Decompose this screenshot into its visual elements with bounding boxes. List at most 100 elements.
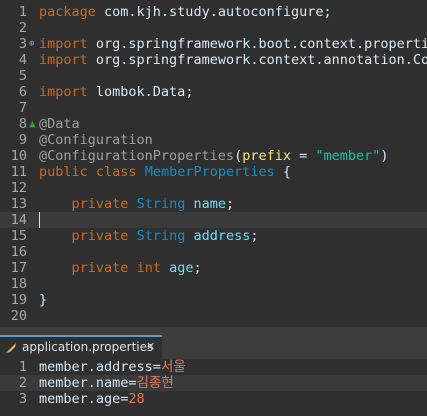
code-line[interactable]: 9 @Configuration [0,132,427,148]
token-ident [128,228,136,244]
token-ident [161,260,169,276]
code-line[interactable]: 14 [0,212,427,228]
code-line[interactable]: 7 [0,100,427,116]
line-number: 1 [18,4,27,20]
code-text: public class MemberProperties { [39,164,291,180]
code-line[interactable]: 2 [0,20,427,36]
line-number: 3 [18,36,27,52]
line-number: 13 [10,196,27,212]
token-str: "member" [315,148,381,164]
code-text: private String address; [39,228,259,244]
fold-expand-icon[interactable]: ⊕ [29,36,37,52]
token-kw: private [71,196,129,212]
code-line[interactable]: 17 private int age; [0,260,427,276]
property-text: member.name=김종현 [39,375,174,391]
token-kw: int [136,260,161,276]
property-key: member.address [39,359,153,375]
code-text: @Data [39,116,80,132]
property-line[interactable]: 1 member.address=서울 [0,359,427,375]
code-text: package com.kjh.study.autoconfigure; [39,4,332,20]
property-text: member.address=서울 [39,359,186,375]
code-line[interactable]: 10 @ConfigurationProperties(prefix = "mem… [0,148,427,164]
code-line[interactable]: 5 [0,68,427,84]
properties-editor[interactable]: 1 member.address=서울 2 member.name=김종현 3 membe… [0,359,427,416]
property-equals: = [128,375,137,391]
token-cls: String [136,228,186,244]
code-line[interactable]: 15 private String address; [0,228,427,244]
code-text: @Configuration [39,132,153,148]
code-line[interactable]: 19} [0,292,427,308]
close-icon[interactable]: ✕ [146,340,155,353]
code-line[interactable]: 8 ▲ @Data [0,116,427,132]
java-editor[interactable]: 1 package com.kjh.study.autoconfigure; 2 3 ⊕… [0,0,427,327]
code-text: private int age; [39,260,202,276]
property-equals: = [152,359,161,375]
property-value: 서울 [160,359,186,375]
code-line[interactable]: 13 private String name; [0,196,427,212]
text-caret [39,212,40,228]
code-line[interactable]: 12 [0,180,427,196]
token-ann: @ConfigurationProperties [39,148,235,164]
properties-file-icon [5,343,16,354]
token-ident: ; [226,196,235,212]
token-ident: } [39,292,48,308]
token-kw: public [39,164,88,180]
line-number: 19 [10,292,27,308]
line-number: 9 [18,132,27,148]
line-number: 18 [10,276,27,292]
token-ident: com.kjh.study.autoconfigure; [95,4,332,20]
property-line[interactable]: 3 member.age=28 [0,391,427,407]
token-cls: String [136,196,186,212]
line-number: 14 [10,212,27,228]
token-kw: import [39,84,88,100]
code-text: } [39,292,47,308]
token-cls: MemberProperties [144,164,275,180]
tab-application-properties[interactable]: application.properties ✕ [0,335,162,359]
token-ident: = [291,148,316,164]
line-number: 3 [18,391,27,407]
token-ident: lombok.Data; [87,84,194,100]
line-number: 12 [10,180,27,196]
code-line[interactable]: 3 ⊕ import org.springframework.boot.contex… [0,36,427,52]
token-kw: class [95,164,137,180]
override-marker-icon[interactable]: ▲ [29,116,37,132]
code-line[interactable]: 18 [0,276,427,292]
code-line[interactable]: 11 public class MemberProperties { [0,164,427,180]
line-number: 2 [18,20,27,36]
code-text: @ConfigurationProperties(prefix = "membe… [39,148,389,164]
token-ident: ; [250,228,259,244]
line-number: 6 [18,84,27,100]
token-ann: @Data [39,116,80,132]
line-number: 8 [18,116,27,132]
property-value: 김종현 [136,375,174,391]
editor-divider[interactable] [0,327,427,335]
token-field: age [169,260,194,276]
line-number: 4 [18,52,27,68]
token-field: address [193,228,251,244]
token-ident [128,260,136,276]
editor-tab-bar: application.properties ✕ [0,335,427,360]
line-number: 2 [18,375,27,391]
code-area[interactable]: 1 package com.kjh.study.autoconfigure; 2 3 ⊕… [0,0,427,327]
property-line[interactable]: 2 member.name=김종현 [0,375,427,391]
token-ident [39,228,72,244]
code-line[interactable]: 1 package com.kjh.study.autoconfigure; [0,4,427,20]
code-text: import org.springframework.boot.context.… [39,36,427,52]
code-text: private String name; [39,196,235,212]
code-line[interactable]: 6 import lombok.Data; [0,84,427,100]
token-ident [39,196,72,212]
line-number: 7 [18,100,27,116]
line-number: 10 [10,148,27,164]
token-ann: @Configuration [39,132,153,148]
token-field: name [193,196,226,212]
token-ident: org.springframework.boot.context.propert… [87,36,427,52]
token-ident: org.springframework.context.annotation.C… [87,52,427,68]
code-line[interactable]: 20 [0,308,427,324]
token-ident: ( [234,148,243,164]
line-number: 16 [10,244,27,260]
token-kw: private [71,260,129,276]
code-line[interactable]: 16 [0,244,427,260]
code-line[interactable]: 4 import org.springframework.context.anno… [0,52,427,68]
line-number: 20 [10,308,27,324]
token-kw: import [39,52,88,68]
